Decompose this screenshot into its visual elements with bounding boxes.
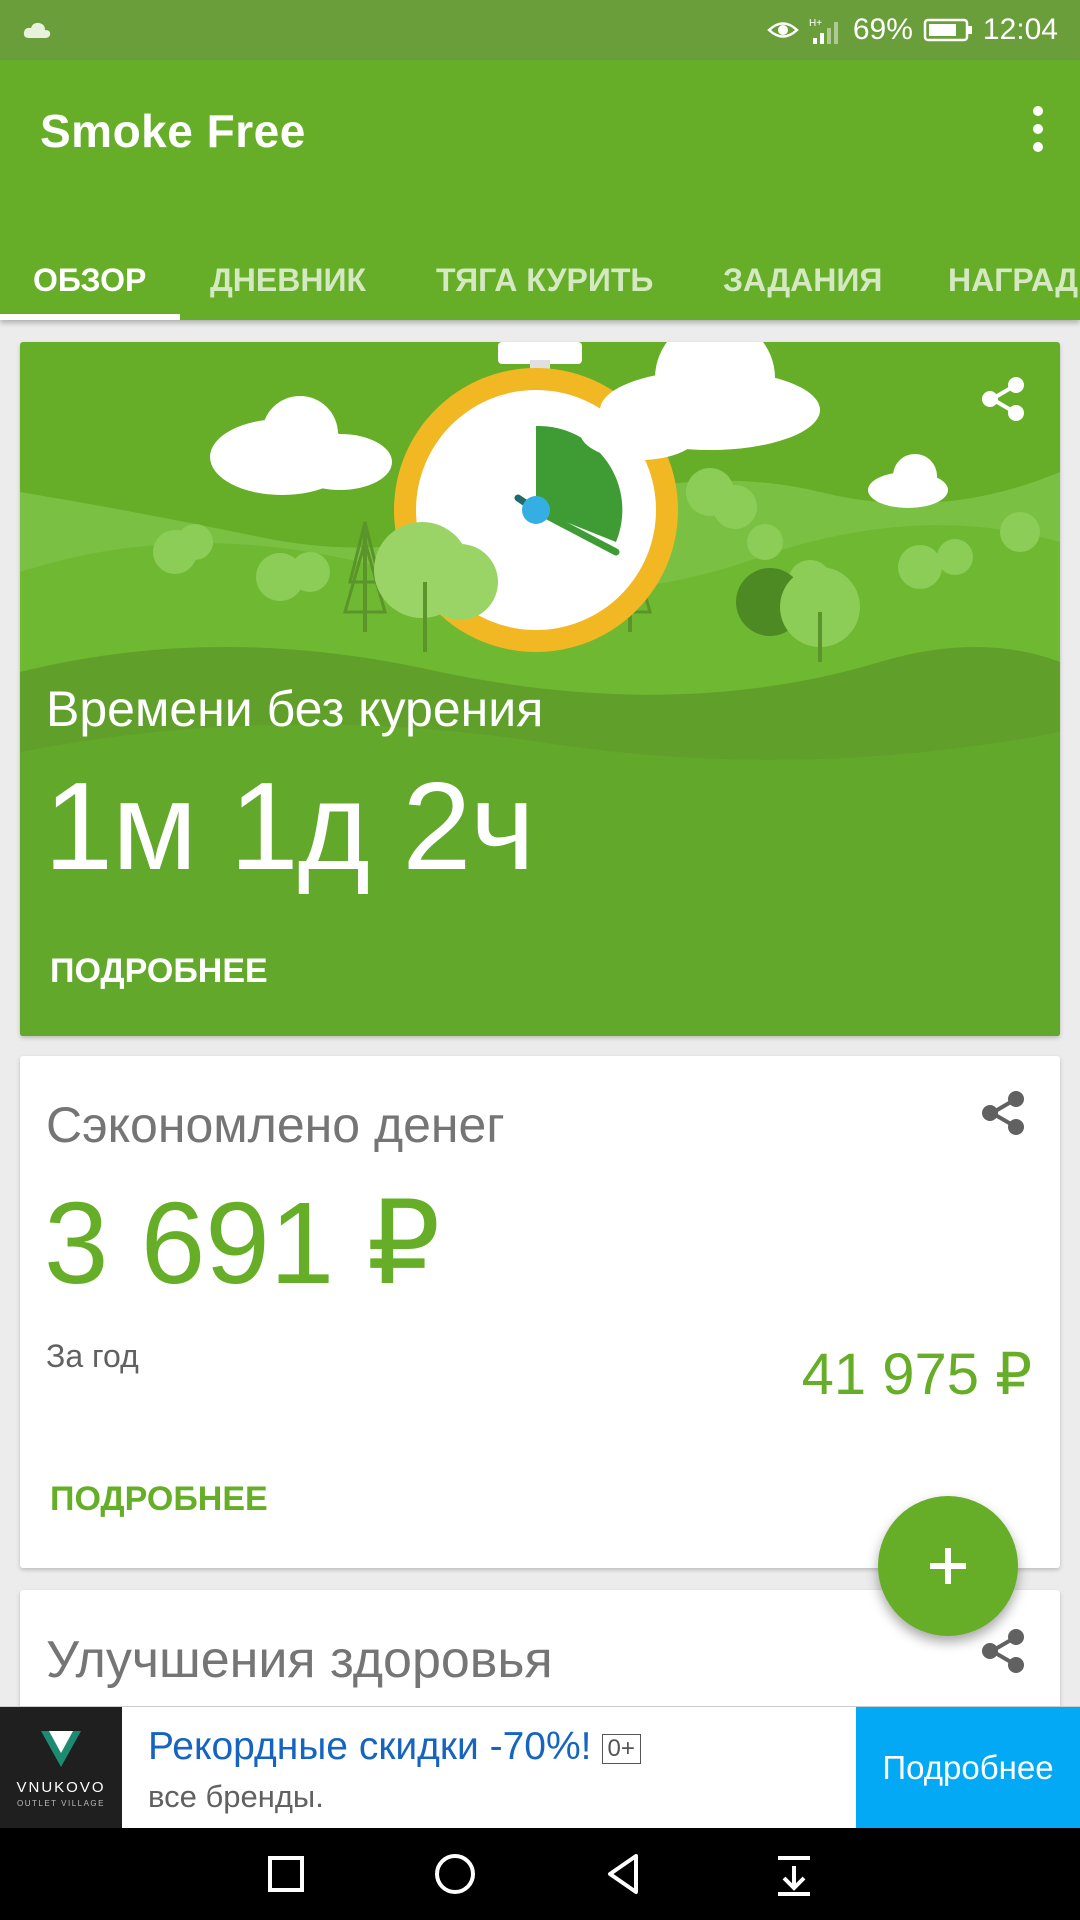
ad-logo-brand: VNUKOVO [16,1779,106,1796]
smoke-free-time-value: 1м 1д 2ч [44,758,535,896]
status-bar: H+ 69% 12:04 [0,0,1080,60]
vnukovo-logo-icon [41,1731,81,1767]
overflow-menu-icon[interactable] [1032,106,1044,152]
money-more-button[interactable]: ПОДРОБНЕЕ [50,1480,268,1519]
home-icon[interactable] [427,1846,483,1902]
share-icon[interactable] [976,372,1030,426]
eye-comfort-icon [767,22,799,38]
ad-headline-text: Рекордные скидки -70%! [148,1725,592,1768]
tab-tasks[interactable]: ЗАДАНИЯ [723,240,882,320]
battery-icon [923,18,972,42]
smoke-free-time-label: Времени без курения [46,681,544,737]
plus-icon [930,1548,966,1584]
ad-banner[interactable]: VNUKOVO OUTLET VILLAGE Рекордные скидки … [0,1706,1080,1829]
ad-cta-button[interactable]: Подробнее [856,1707,1080,1829]
age-rating-badge: 0+ [601,1733,641,1764]
tab-indicator [0,314,180,320]
signal-icon: H+ [809,18,838,44]
per-year-label: За год [46,1338,139,1374]
status-right: H+ 69% 12:04 [767,13,1058,47]
per-year-value: 41 975 ₽ [801,1342,1032,1407]
money-saved-value: 3 691 ₽ [44,1178,441,1308]
clock: 12:04 [982,13,1058,46]
recents-icon[interactable] [258,1846,314,1902]
add-fab-button[interactable] [878,1496,1018,1636]
share-icon[interactable] [976,1624,1030,1678]
tab-rewards[interactable]: НАГРАДЫ [948,240,1080,320]
app-bar: Smoke Free ОБЗОР ДНЕВНИК ТЯГА КУРИТЬ ЗАД… [0,60,1080,320]
ad-logo: VNUKOVO OUTLET VILLAGE [0,1707,122,1829]
money-saved-card[interactable]: Сэкономлено денег 3 691 ₽ За год 41 975 … [20,1056,1060,1568]
ad-subline: все бренды. [148,1779,324,1814]
smoke-free-more-button[interactable]: ПОДРОБНЕЕ [50,952,268,991]
back-icon[interactable] [596,1846,652,1902]
app-title: Smoke Free [40,105,306,157]
svg-text:H+: H+ [809,18,822,29]
ad-headline: Рекордные скидки -70%! 0+ [148,1725,641,1769]
share-icon[interactable] [976,1086,1030,1140]
ad-logo-sub: OUTLET VILLAGE [17,1799,105,1808]
health-improvements-label: Улучшения здоровья [46,1631,553,1689]
tab-overview[interactable]: ОБЗОР [33,240,146,320]
battery-percent: 69% [852,13,913,46]
cloud-icon [23,22,51,38]
smoke-free-time-card[interactable]: Времени без курения 1м 1д 2ч ПОДРОБНЕЕ [20,342,1060,1036]
tab-diary[interactable]: ДНЕВНИК [210,240,366,320]
money-saved-label: Сэкономлено денег [46,1097,505,1153]
notification-pull-down-icon[interactable] [766,1846,822,1902]
tab-cravings[interactable]: ТЯГА КУРИТЬ [436,240,653,320]
system-nav-bar [0,1828,1080,1920]
